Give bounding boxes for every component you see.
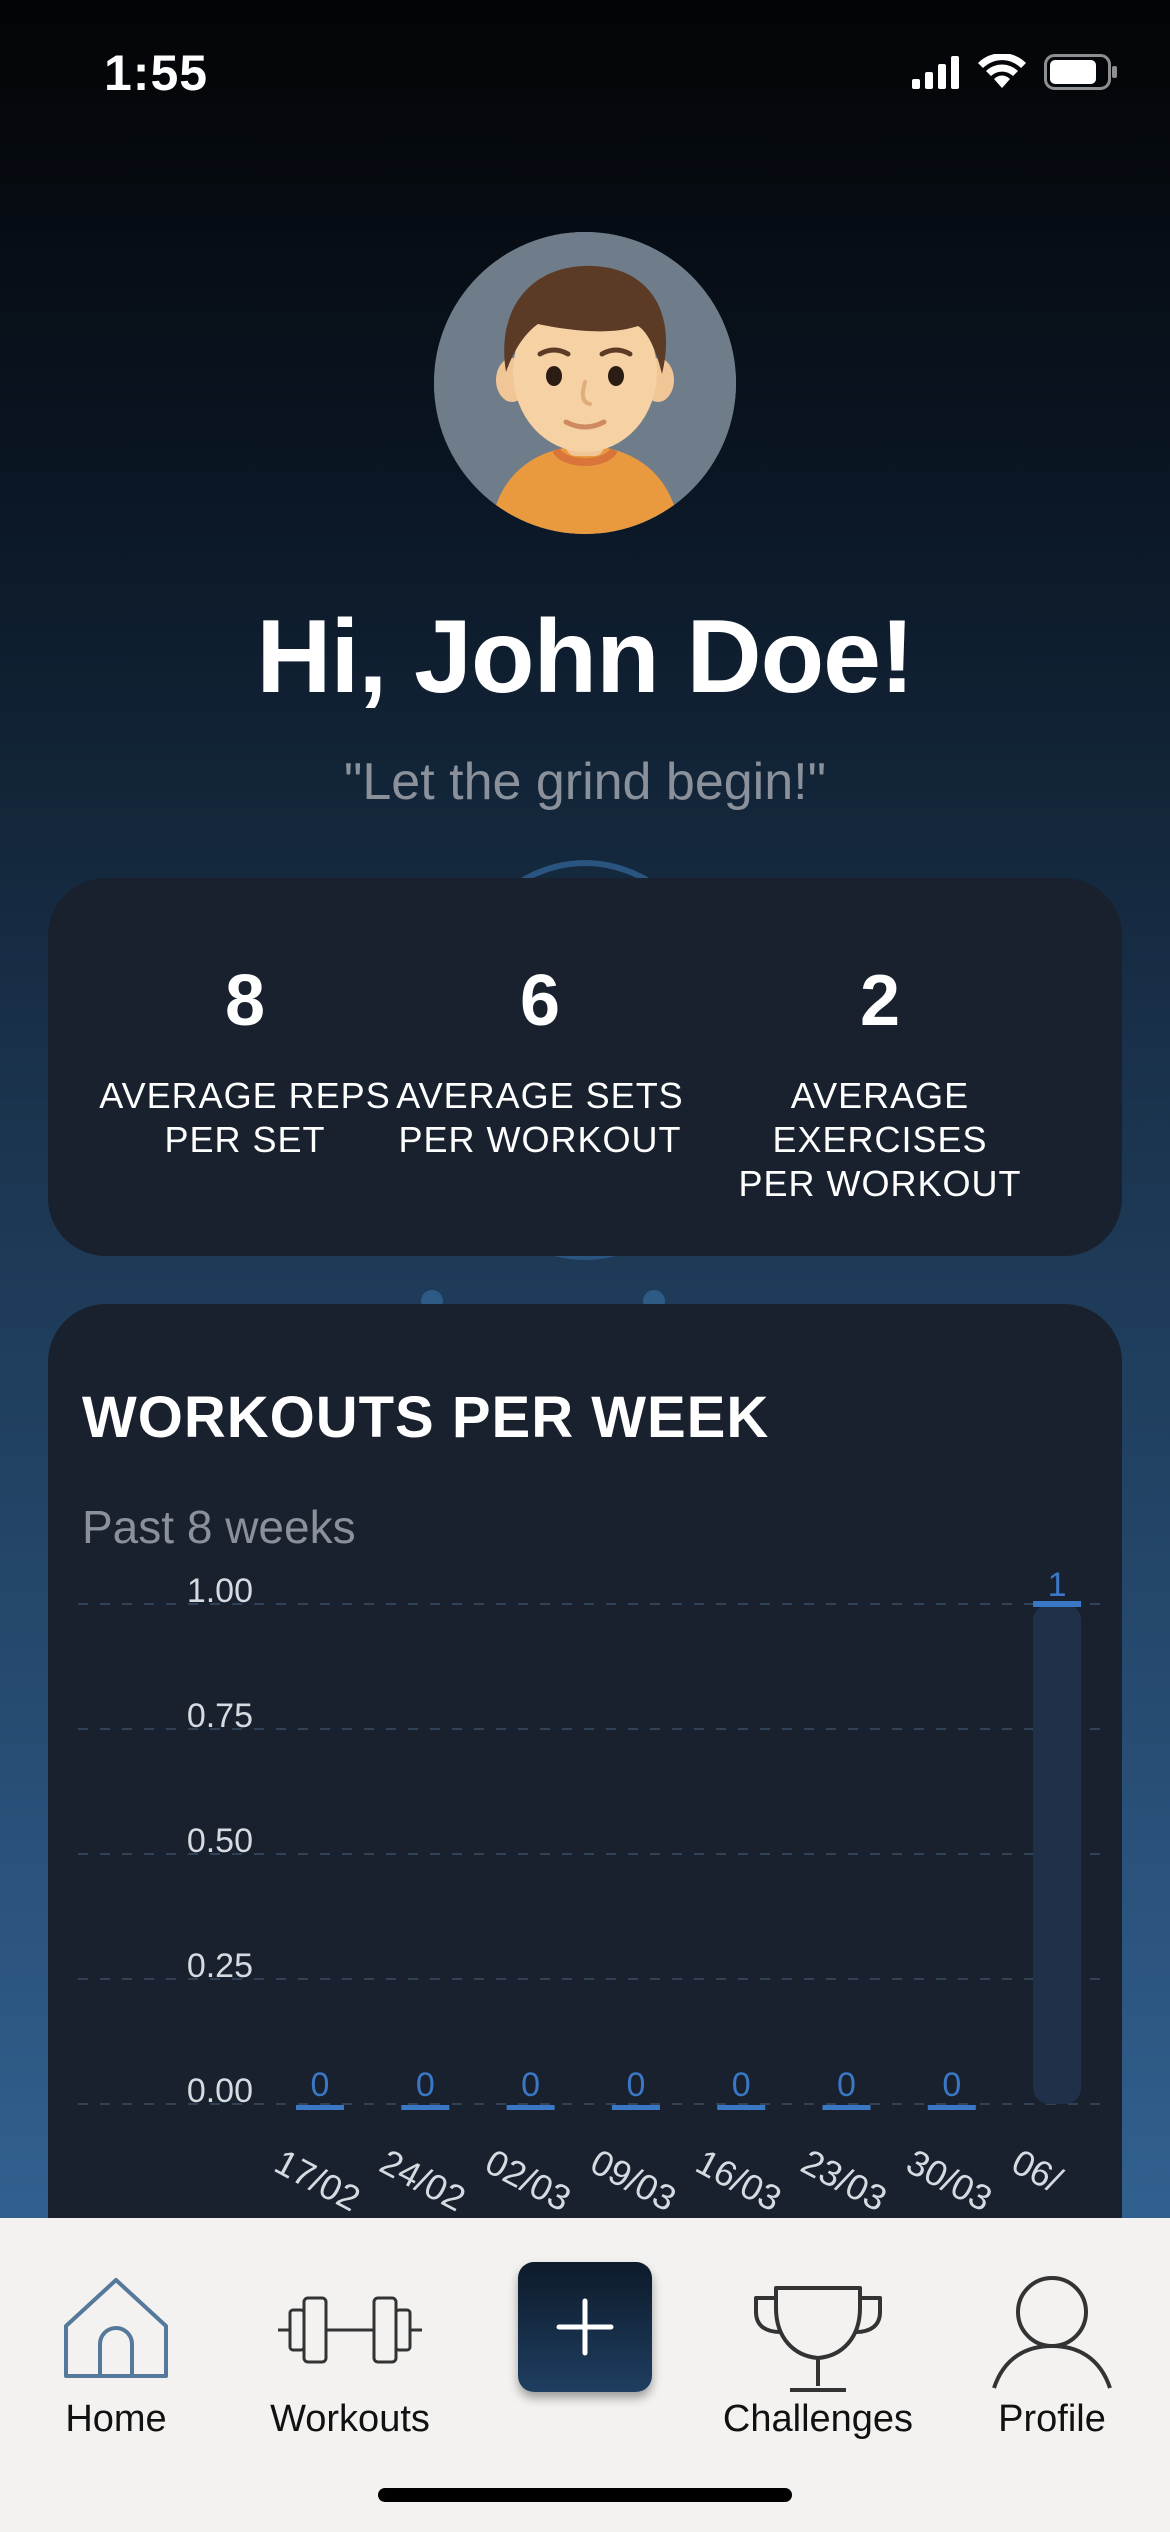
x-tick-label: 23/03 <box>795 2141 894 2219</box>
bar <box>927 2105 976 2110</box>
bar <box>611 2105 660 2110</box>
tab-home[interactable]: Home <box>40 2218 192 2458</box>
x-tick-label: 09/03 <box>584 2141 683 2219</box>
y-tick-label: 0.25 <box>187 1947 253 1985</box>
x-tick-label: 02/03 <box>479 2141 578 2219</box>
stat-value: 8 <box>224 961 266 1041</box>
x-tick-label: 30/03 <box>900 2141 999 2219</box>
data-label: 1 <box>1048 1566 1067 1604</box>
tab-workouts[interactable]: Workouts <box>256 2218 444 2458</box>
add-workout-button[interactable] <box>518 2262 652 2392</box>
stat-label-line: PER SET <box>164 1119 326 1160</box>
stat-label-line: PER WORKOUT <box>398 1119 682 1160</box>
stat-label: AVERAGE SETS PER WORKOUT <box>390 1074 690 1162</box>
stats-card: 8 AVERAGE REPS PER SET 6 AVERAGE SETS PE… <box>48 878 1122 1256</box>
workouts-bar-chart: 0.00 0.25 0.50 0.75 1.00 0 17/02 0 24/02 0 02/03 0 0… <box>78 1566 1100 2219</box>
bar <box>506 2105 555 2110</box>
data-label: 0 <box>626 2066 645 2104</box>
data-label: 0 <box>416 2066 435 2104</box>
tab-label: Workouts <box>270 2398 430 2440</box>
stat-label: AVERAGE REPS PER SET <box>90 1074 400 1162</box>
tab-label: Home <box>65 2398 167 2440</box>
data-label: 0 <box>732 2066 751 2104</box>
person-icon <box>992 2276 1112 2389</box>
stat-label-line: PER WORKOUT <box>738 1163 1022 1204</box>
stat-value: 6 <box>519 961 561 1041</box>
stat-label-line: AVERAGE REPS <box>99 1075 391 1116</box>
bar <box>296 2105 344 2110</box>
cellular-signal-icon <box>912 56 959 89</box>
x-tick-label: 17/02 <box>268 2141 367 2219</box>
home-indicator <box>378 2488 792 2502</box>
dumbbell-icon <box>278 2296 422 2364</box>
chart-title: WORKOUTS PER WEEK <box>82 1385 770 1450</box>
stat-label: AVERAGE EXERCISES PER WORKOUT <box>680 1074 1080 1206</box>
avatar[interactable] <box>434 232 736 534</box>
y-tick-label: 0.00 <box>187 2072 253 2110</box>
avatar-illustration <box>434 232 736 534</box>
status-icons <box>912 54 1118 90</box>
wifi-icon <box>978 54 1026 88</box>
tab-profile[interactable]: Profile <box>982 2218 1122 2458</box>
status-bar: 1:55 <box>0 0 1170 150</box>
y-tick-label: 0.50 <box>187 1822 253 1860</box>
tab-label: Profile <box>998 2398 1106 2440</box>
bottom-tab-bar: Home Workouts Challenges Profile <box>0 2218 1170 2532</box>
bar <box>717 2105 766 2110</box>
tab-label: Challenges <box>722 2398 914 2440</box>
motivational-quote: "Let the grind begin!" <box>343 753 827 811</box>
bar-track <box>1033 1604 1082 2104</box>
y-tick-label: 0.75 <box>187 1697 253 1735</box>
greeting-heading: Hi, John Doe! <box>256 599 914 715</box>
workouts-chart-card: WORKOUTS PER WEEK Past 8 weeks 0.00 0.25 0… <box>48 1304 1122 2304</box>
tab-challenges[interactable]: Challenges <box>718 2218 918 2458</box>
battery-icon <box>1044 54 1117 90</box>
data-label: 0 <box>521 2066 540 2104</box>
stat-label-line: AVERAGE SETS <box>396 1075 684 1116</box>
plus-icon <box>556 2298 614 2356</box>
home-icon <box>64 2278 168 2378</box>
x-tick-label: 24/02 <box>374 2141 473 2219</box>
x-tick-label: 06/ <box>1005 2141 1068 2201</box>
stat-value: 2 <box>859 961 901 1041</box>
data-label: 0 <box>837 2066 856 2104</box>
data-label: 0 <box>311 2066 330 2104</box>
x-tick-label: 16/03 <box>689 2141 788 2219</box>
y-tick-label: 1.00 <box>187 1572 253 1610</box>
chart-subtitle: Past 8 weeks <box>82 1501 356 1553</box>
bar <box>822 2105 871 2110</box>
stat-label-line: AVERAGE EXERCISES <box>772 1075 988 1160</box>
data-label: 0 <box>942 2066 961 2104</box>
status-time: 1:55 <box>104 45 209 101</box>
bar <box>401 2105 450 2110</box>
trophy-icon <box>754 2286 882 2392</box>
